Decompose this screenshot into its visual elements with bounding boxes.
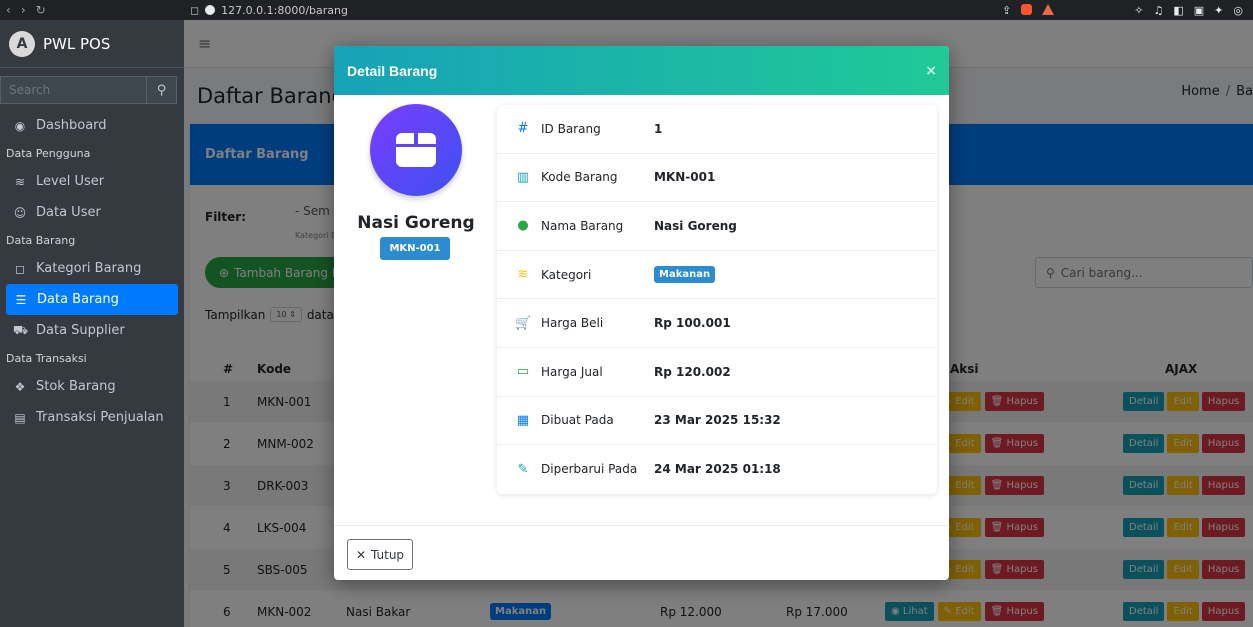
share-icon[interactable]: ⇪ bbox=[1002, 4, 1011, 17]
sidebar-search[interactable]: Search ⚲ bbox=[0, 76, 177, 104]
detail-row-kode-barang: ▥ Kode Barang MKN-001 bbox=[497, 154, 937, 203]
detail-value: MKN-001 bbox=[654, 170, 716, 185]
barcode-icon: ▥ bbox=[516, 169, 530, 185]
leo-icon[interactable]: ✦ bbox=[1214, 4, 1223, 17]
detail-value: 1 bbox=[654, 121, 663, 136]
sidebar-item-data-user[interactable]: ☺ Data User bbox=[0, 197, 178, 228]
sidebar-search-input[interactable]: Search bbox=[1, 77, 146, 103]
detail-row-id-barang: # ID Barang 1 bbox=[497, 105, 937, 154]
sidebar-item-label: Kategori Barang bbox=[36, 261, 142, 276]
sidebar-item-label: Data Barang bbox=[37, 292, 119, 307]
sidebar-header: Data Pengguna bbox=[6, 147, 91, 160]
sidebar-item-label: Stok Barang bbox=[36, 379, 116, 394]
list-icon: ☰ bbox=[15, 292, 27, 307]
extensions-icon[interactable]: ✧ bbox=[1134, 4, 1143, 17]
detail-value: 24 Mar 2025 01:18 bbox=[654, 462, 781, 477]
detail-label: Diperbarui Pada bbox=[541, 462, 638, 477]
cash-register-icon: ▤ bbox=[14, 410, 26, 425]
cubes-icon: ❖ bbox=[14, 379, 26, 394]
detail-row-dibuat-pada: ▦ Dibuat Pada 23 Mar 2025 15:32 bbox=[497, 397, 937, 446]
detail-row-nama-barang: ● Nama Barang Nasi Goreng bbox=[497, 202, 937, 251]
detail-label: Kode Barang bbox=[541, 170, 618, 185]
browser-toolbar: ‹ › ↻ ◻ 127.0.0.1:8000/barang ⇪ ✧ ♫ ◧ ▣ … bbox=[0, 0, 1253, 20]
product-avatar bbox=[370, 104, 462, 196]
detail-value: Nasi Goreng bbox=[654, 218, 737, 233]
box-icon bbox=[396, 133, 436, 167]
bookmark-icon[interactable]: ◻ bbox=[190, 4, 199, 17]
tag-icon: ● bbox=[517, 218, 529, 234]
sidebar-header: Data Transaksi bbox=[6, 352, 87, 365]
detail-label: Nama Barang bbox=[541, 218, 624, 233]
brave-rewards-icon[interactable] bbox=[1042, 3, 1055, 15]
modal-header: Detail Barang × bbox=[334, 46, 949, 95]
sidebar: A PWL POS Search ⚲ ◉ Dashboard Data Penggu… bbox=[0, 20, 184, 627]
sidebar-item-stok-barang[interactable]: ❖ Stok Barang bbox=[0, 371, 178, 402]
close-icon[interactable]: × bbox=[925, 63, 937, 79]
vpn-icon[interactable]: ◎ bbox=[1233, 4, 1243, 17]
detail-row-diperbarui-pada: ✎ Diperbarui Pada 24 Mar 2025 01:18 bbox=[497, 445, 937, 494]
sidebar-item-data-supplier[interactable]: ⛟ Data Supplier bbox=[0, 315, 178, 346]
sidebar-item-kategori-barang[interactable]: ◻ Kategori Barang bbox=[0, 253, 178, 284]
sidebar-header: Data Barang bbox=[6, 234, 76, 247]
product-name: Nasi Goreng bbox=[357, 213, 475, 233]
sidebar-item-label: Transaksi Penjualan bbox=[36, 410, 164, 425]
detail-modal: Detail Barang × Nasi Goreng MKN-001 # ID … bbox=[334, 46, 949, 580]
detail-row-kategori: ≋ Kategori Makanan bbox=[497, 251, 937, 300]
detail-label: Dibuat Pada bbox=[541, 413, 614, 428]
detail-label: Harga Beli bbox=[541, 316, 604, 331]
cart-icon: 🛒 bbox=[515, 315, 532, 331]
brand-logo: A bbox=[9, 30, 35, 57]
detail-row-harga-beli: 🛒 Harga Beli Rp 100.001 bbox=[497, 299, 937, 348]
search-icon[interactable]: ⚲ bbox=[146, 77, 176, 103]
detail-label: ID Barang bbox=[541, 121, 601, 136]
money-icon: ▭ bbox=[516, 364, 530, 380]
bookmark-icon: ◻ bbox=[15, 261, 25, 276]
detail-value: Rp 120.002 bbox=[654, 364, 731, 379]
sidebar-item-level-user[interactable]: ≋ Level User bbox=[0, 166, 178, 197]
detail-list: # ID Barang 1 ▥ Kode Barang MKN-001 ● Nama Bara… bbox=[497, 105, 937, 494]
detail-label: Kategori bbox=[541, 267, 592, 282]
brand-name: PWL POS bbox=[43, 34, 111, 53]
truck-icon: ⛟ bbox=[13, 322, 29, 337]
sidebar-item-label: Data User bbox=[36, 205, 101, 220]
browser-actions: ⇪ ✧ ♫ ◧ ▣ ✦ ◎ bbox=[1002, 3, 1253, 17]
modal-footer: ✕ Tutup bbox=[334, 525, 949, 580]
detail-value: Rp 100.001 bbox=[654, 316, 731, 331]
site-info-icon[interactable] bbox=[205, 5, 216, 15]
detail-value: Makanan bbox=[654, 266, 716, 284]
tabs-icon[interactable]: ▣ bbox=[1194, 4, 1204, 17]
product-code-badge: MKN-001 bbox=[380, 237, 450, 260]
sidebar-item-transaksi-penjualan[interactable]: ▤ Transaksi Penjualan bbox=[0, 402, 178, 433]
close-button-label: Tutup bbox=[371, 547, 405, 562]
sidebar-item-data-barang[interactable]: ☰ Data Barang bbox=[6, 284, 178, 315]
browser-nav: ‹ › ↻ bbox=[0, 3, 184, 17]
address-bar[interactable]: ◻ 127.0.0.1:8000/barang bbox=[184, 4, 1002, 17]
detail-row-harga-jual: ▭ Harga Jual Rp 120.002 bbox=[497, 348, 937, 397]
sidebar-item-label: Dashboard bbox=[36, 118, 107, 133]
calendar-icon: ▦ bbox=[516, 412, 530, 428]
url-text[interactable]: 127.0.0.1:8000/barang bbox=[221, 4, 348, 17]
edit-icon: ✎ bbox=[517, 461, 529, 477]
detail-value: 23 Mar 2025 15:32 bbox=[654, 413, 781, 428]
brand-link[interactable]: A PWL POS bbox=[0, 20, 184, 68]
dashboard-icon: ◉ bbox=[14, 118, 26, 133]
hash-icon: # bbox=[517, 121, 529, 137]
layer-group-icon: ≋ bbox=[517, 267, 529, 283]
media-icon[interactable]: ♫ bbox=[1153, 4, 1163, 17]
brave-shield-icon[interactable] bbox=[1021, 3, 1033, 15]
back-icon[interactable]: ‹ bbox=[6, 3, 11, 17]
sidebar-item-dashboard[interactable]: ◉ Dashboard bbox=[0, 110, 178, 141]
detail-label: Harga Jual bbox=[541, 364, 603, 379]
user-icon: ☺ bbox=[13, 205, 27, 220]
layer-icon: ≋ bbox=[14, 174, 26, 189]
close-button[interactable]: ✕ Tutup bbox=[347, 539, 413, 570]
sidebar-item-label: Level User bbox=[36, 174, 105, 189]
modal-title: Detail Barang bbox=[347, 62, 438, 79]
sidebar-toggle-icon[interactable]: ◧ bbox=[1173, 4, 1183, 17]
times-icon: ✕ bbox=[355, 547, 366, 562]
sidebar-item-label: Data Supplier bbox=[36, 323, 125, 338]
reload-icon[interactable]: ↻ bbox=[36, 3, 46, 17]
sidebar-menu: ◉ Dashboard Data Pengguna ≋ Level User ☺ Data … bbox=[0, 110, 184, 433]
forward-icon[interactable]: › bbox=[21, 3, 26, 17]
